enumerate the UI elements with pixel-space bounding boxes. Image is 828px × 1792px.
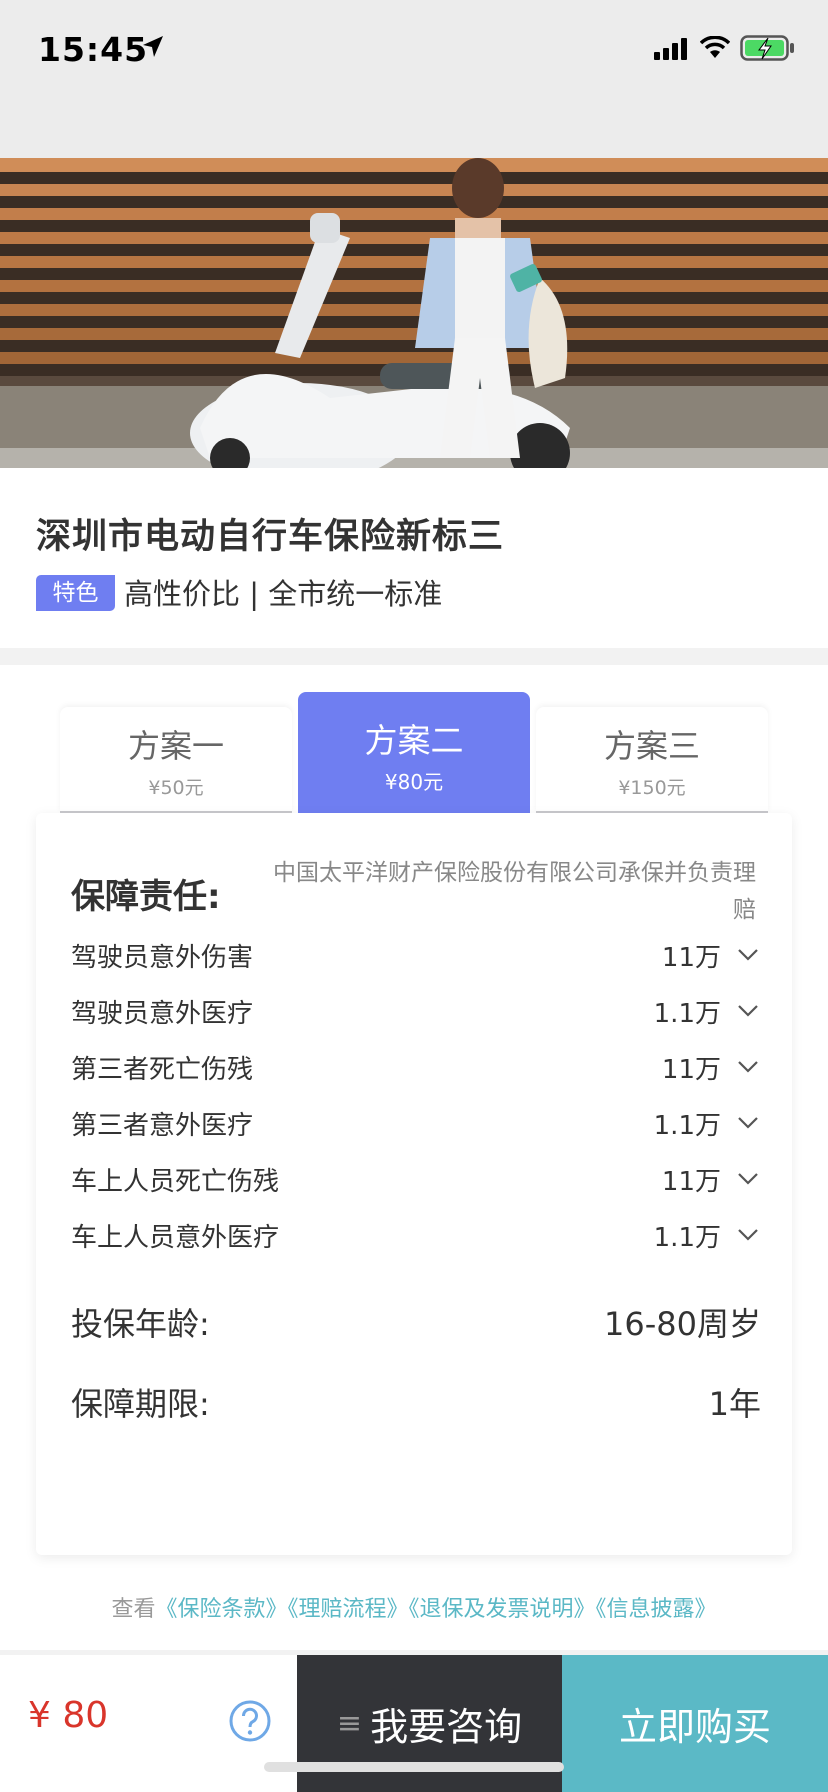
buy-now-label: 立即购买: [618, 1705, 771, 1749]
tab-plan-price: ¥80元: [384, 770, 444, 794]
age-label: 投保年龄:: [71, 1305, 210, 1343]
coverage-row[interactable]: 车上人员意外医疗 1.1万: [71, 1213, 761, 1253]
tab-plan-name: 方案三: [603, 727, 700, 765]
chevron-down-icon: [738, 1061, 758, 1073]
cellular-signal-icon: [654, 38, 687, 60]
coverage-item-name: 第三者意外医疗: [71, 1111, 254, 1141]
coverage-item-value: 1.1万: [653, 999, 721, 1029]
link-policy-terms[interactable]: 《保险条款》: [155, 1597, 287, 1622]
product-card: 深圳市电动自行车保险新标三 特色 高性价比 | 全市统一标准: [0, 468, 828, 648]
coverage-row[interactable]: 驾驶员意外伤害 11万: [71, 933, 761, 973]
tab-plan-name: 方案一: [127, 727, 224, 765]
chevron-down-icon: [738, 949, 758, 961]
link-disclosure[interactable]: 《信息披露》: [596, 1597, 717, 1622]
location-arrow-icon: [143, 36, 163, 57]
age-row: 投保年龄: 16-80周岁: [71, 1299, 761, 1345]
tab-plan-price: ¥50元: [148, 777, 204, 799]
status-bar: 15:45: [0, 0, 828, 158]
chevron-down-icon: [738, 1005, 758, 1017]
feature-badge: 特色: [36, 575, 115, 611]
coverage-item-value: 1.1万: [653, 1111, 721, 1141]
coverage-item-name: 车上人员意外医疗: [71, 1223, 280, 1253]
coverage-item-name: 第三者死亡伤残: [71, 1055, 254, 1085]
coverage-label: 保障责任:: [71, 877, 221, 917]
buy-now-button[interactable]: 立即购买: [562, 1655, 828, 1792]
term-value: 1年: [708, 1385, 761, 1423]
consult-label: 我要咨询: [370, 1705, 523, 1749]
coverage-row[interactable]: 车上人员死亡伤残 11万: [71, 1157, 761, 1197]
chevron-down-icon: [738, 1117, 758, 1129]
chevron-down-icon: [738, 1229, 758, 1241]
policy-links: 查看《保险条款》《理赔流程》《退保及发票说明》《信息披露》: [0, 1591, 828, 1623]
coverage-item-value: 1.1万: [653, 1223, 721, 1253]
plans-section: 方案一 ¥50元 方案二 ¥80元 方案三 ¥150元 保障责任: 中国太平洋财…: [0, 665, 828, 1650]
term-label: 保障期限:: [71, 1385, 210, 1423]
insurer-text: 中国太平洋财产保险股份有限公司承保并负责理赔: [273, 860, 756, 923]
hero-photo: [0, 158, 828, 468]
coverage-item-name: 驾驶员意外伤害: [71, 943, 254, 973]
home-indicator[interactable]: [264, 1762, 564, 1772]
chevron-down-icon: [738, 1173, 758, 1185]
tab-plan-price: ¥150元: [618, 777, 686, 799]
coverage-item-name: 驾驶员意外医疗: [71, 999, 254, 1029]
age-value: 16-80周岁: [604, 1305, 761, 1343]
term-row: 保障期限: 1年: [71, 1379, 761, 1425]
help-question-icon[interactable]: [228, 1699, 272, 1743]
coverage-item-value: 11万: [661, 1055, 721, 1085]
link-claims-process[interactable]: 《理赔流程》: [287, 1597, 408, 1622]
feature-text: 高性价比 | 全市统一标准: [124, 577, 443, 611]
coverage-item-value: 11万: [661, 1167, 721, 1197]
coverage-row[interactable]: 第三者意外医疗 1.1万: [71, 1101, 761, 1141]
coverage-item-name: 车上人员死亡伤残: [71, 1167, 280, 1197]
battery-charging-icon: [740, 35, 794, 61]
wifi-icon: [700, 36, 730, 58]
coverage-item-value: 11万: [661, 943, 721, 973]
tab-plan-3[interactable]: 方案三 ¥150元: [536, 707, 768, 813]
menu-icon: ≡: [336, 1706, 363, 1741]
link-refund-invoice[interactable]: 《退保及发票说明》: [409, 1597, 596, 1622]
coverage-row[interactable]: 第三者死亡伤残 11万: [71, 1045, 761, 1085]
price-display: ¥ 80: [28, 1695, 109, 1736]
tab-plan-1[interactable]: 方案一 ¥50元: [60, 707, 292, 813]
coverage-row[interactable]: 驾驶员意外医疗 1.1万: [71, 989, 761, 1029]
product-title: 深圳市电动自行车保险新标三: [36, 517, 505, 557]
links-prefix: 查看: [111, 1597, 156, 1622]
hero-image: [0, 158, 828, 468]
coverage-card: 保障责任: 中国太平洋财产保险股份有限公司承保并负责理赔 驾驶员意外伤害 11万…: [36, 813, 792, 1555]
tab-plan-2[interactable]: 方案二 ¥80元: [298, 692, 530, 813]
status-time: 15:45: [38, 30, 149, 69]
tab-plan-name: 方案二: [364, 721, 464, 760]
